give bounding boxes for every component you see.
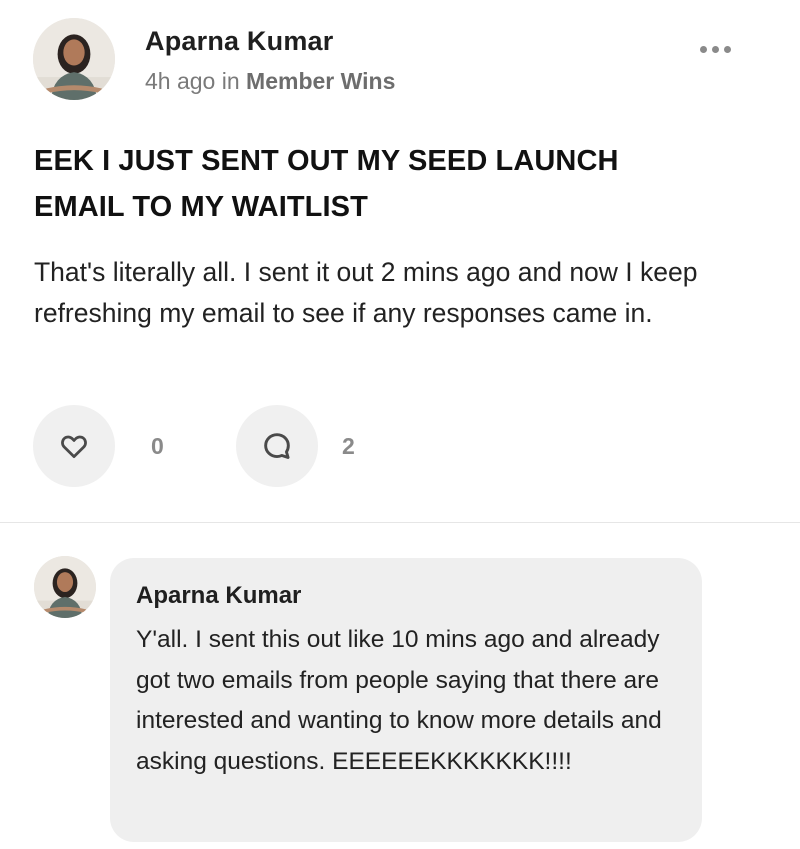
- space-link[interactable]: Member Wins: [246, 68, 395, 94]
- post-in-label: in: [221, 68, 240, 94]
- post-title-line-2: EMAIL TO MY WAITLIST: [34, 191, 368, 223]
- comment-text: Y'all. I sent this out like 10 mins ago …: [136, 626, 662, 775]
- post-title-line-1: EEK I JUST SENT OUT MY SEED LAUNCH: [34, 145, 619, 177]
- comment-author-name[interactable]: Aparna Kumar: [136, 582, 301, 610]
- avatar-photo-icon: [33, 18, 115, 100]
- comment-action: 2: [236, 405, 355, 487]
- divider: [0, 522, 800, 523]
- more-options-button[interactable]: [690, 34, 740, 64]
- post-author-name[interactable]: Aparna Kumar: [145, 26, 333, 57]
- post-title: EEK I JUST SENT OUT MY SEED LAUNCH EMAIL…: [34, 138, 754, 230]
- more-horizontal-icon: [699, 45, 707, 53]
- more-dot: [711, 45, 719, 53]
- avatar-photo-icon: [34, 556, 96, 618]
- author-avatar[interactable]: [33, 18, 115, 100]
- more-dot: [723, 45, 731, 53]
- post-meta: 4h ago in Member Wins: [145, 68, 395, 95]
- comment-bubble: Aparna Kumar Y'all. I sent this out like…: [110, 558, 702, 842]
- post-body: That's literally all. I sent it out 2 mi…: [34, 257, 698, 328]
- heart-icon: [61, 435, 87, 458]
- comment-button[interactable]: [236, 405, 318, 487]
- post-time: 4h ago: [145, 68, 216, 94]
- comment-author-avatar[interactable]: [34, 556, 96, 618]
- comment-icon: [264, 433, 290, 459]
- like-action: 0: [33, 405, 164, 487]
- like-count: 0: [151, 432, 164, 459]
- like-button[interactable]: [33, 405, 115, 487]
- post-header: Aparna Kumar 4h ago in Member Wins: [0, 0, 800, 110]
- comment-count: 2: [342, 432, 355, 459]
